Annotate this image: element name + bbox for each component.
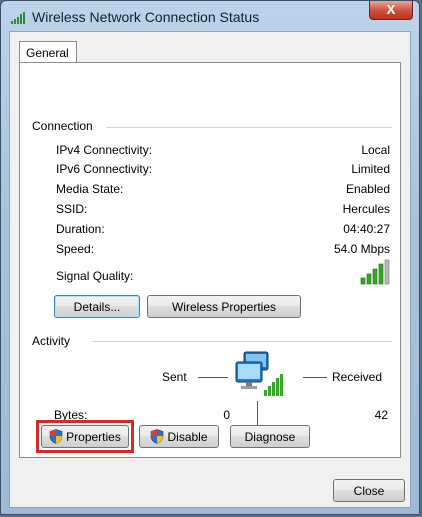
activity-divider-vertical <box>257 401 258 426</box>
ssid-value: Hercules <box>342 202 390 216</box>
connection-divider <box>106 127 392 128</box>
close-window-button[interactable]: X <box>369 1 413 20</box>
disable-button[interactable]: Disable <box>139 425 219 448</box>
properties-button-label: Properties <box>66 429 121 444</box>
uac-shield-icon <box>151 429 164 444</box>
sent-line <box>198 377 228 378</box>
bytes-received-value: 42 <box>374 408 388 422</box>
ipv6-label: IPv6 Connectivity: <box>56 162 153 176</box>
media-state-value: Enabled <box>345 182 390 196</box>
details-button[interactable]: Details... <box>54 295 140 318</box>
bytes-sent-value: 0 <box>223 408 230 422</box>
sent-label: Sent <box>162 370 187 384</box>
duration-label: Duration: <box>56 222 105 236</box>
connection-group-label: Connection <box>32 119 99 133</box>
diagnose-button[interactable]: Diagnose <box>230 425 310 448</box>
ipv4-value: Local <box>361 143 390 157</box>
properties-button[interactable]: Properties <box>41 425 129 448</box>
window-title: Wireless Network Connection Status <box>32 9 260 25</box>
ipv6-value: Limited <box>351 162 390 176</box>
activity-group-label: Activity <box>32 334 77 348</box>
duration-value: 04:40:27 <box>343 222 390 236</box>
signal-quality-label: Signal Quality: <box>56 269 134 283</box>
disable-button-label: Disable <box>167 429 208 444</box>
tab-general[interactable]: General <box>19 41 77 63</box>
received-label: Received <box>332 370 383 384</box>
activity-divider <box>92 341 392 342</box>
signal-bars-icon <box>360 259 390 285</box>
title-bar[interactable]: Wireless Network Connection Status X <box>1 1 419 31</box>
ipv4-label: IPv4 Connectivity: <box>56 143 153 157</box>
close-button[interactable]: Close <box>333 479 405 502</box>
dialog-client-area: General Connection IPv4 Connectivity: Lo… <box>9 31 411 508</box>
wireless-signal-icon <box>11 12 25 24</box>
uac-shield-icon <box>49 429 63 444</box>
received-line <box>303 377 327 378</box>
general-panel: Connection IPv4 Connectivity: Local IPv6… <box>19 62 401 458</box>
wireless-properties-button[interactable]: Wireless Properties <box>147 295 301 318</box>
network-computers-icon <box>235 351 283 396</box>
speed-label: Speed: <box>56 242 95 256</box>
status-dialog: Wireless Network Connection Status X Gen… <box>0 0 420 515</box>
media-state-label: Media State: <box>56 182 124 196</box>
ssid-label: SSID: <box>56 202 88 216</box>
speed-value: 54.0 Mbps <box>333 242 390 256</box>
